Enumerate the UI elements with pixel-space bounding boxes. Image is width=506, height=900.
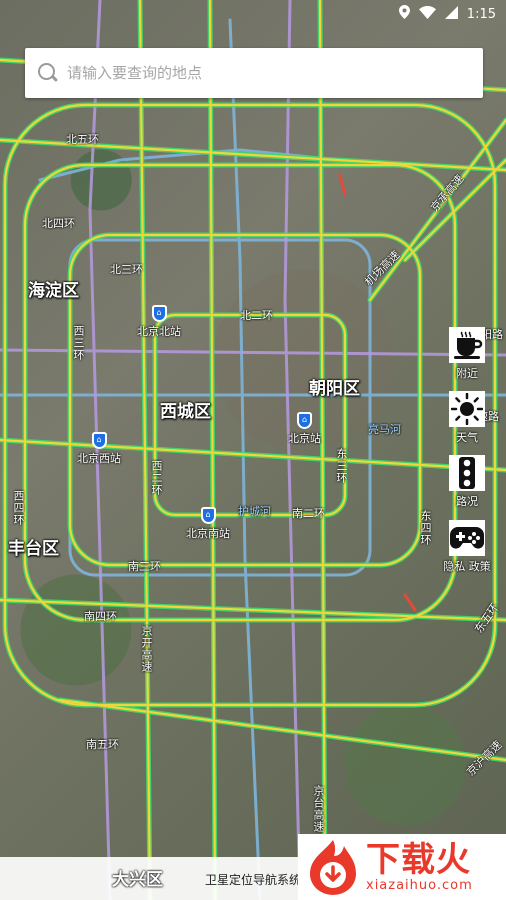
- train-station-icon: ⌂: [91, 432, 107, 449]
- road-label-moat: 护城河: [238, 505, 271, 518]
- station-label: 北京西站: [77, 452, 121, 465]
- weather-button[interactable]: 天气: [448, 391, 486, 445]
- road-label-west3: 西三环: [72, 325, 85, 361]
- gamepad-icon: [449, 520, 485, 556]
- road-label-south3: 南三环: [128, 560, 161, 573]
- district-fengtai: 丰台区: [8, 539, 59, 559]
- watermark-brand-en: xiazaihuo.com: [366, 877, 473, 893]
- train-station-icon: ⌂: [297, 412, 312, 429]
- district-xicheng: 西城区: [160, 402, 211, 422]
- flame-logo-icon: [304, 838, 362, 896]
- privacy-policy-button[interactable]: 隐私 政策: [443, 520, 491, 574]
- nearby-label: 附近: [456, 367, 478, 380]
- road-label-south2: 南二环: [292, 507, 325, 520]
- road-label-south5: 南五环: [86, 738, 119, 751]
- location-icon: [398, 5, 410, 23]
- signal-icon: [444, 5, 458, 23]
- road-label-south4: 南四环: [84, 610, 117, 623]
- watermark-brand-cn: 下载火: [366, 839, 471, 880]
- search-icon[interactable]: [37, 62, 59, 84]
- status-bar: 1:15: [0, 0, 506, 28]
- station-beijing-west[interactable]: ⌂ 北京西站: [77, 432, 121, 466]
- road-label-liangma: 亮马河: [368, 423, 401, 436]
- road-label-north5: 北五环: [66, 133, 99, 146]
- station-label: 北京南站: [186, 527, 230, 540]
- train-station-icon: ⌂: [200, 507, 216, 524]
- station-beijing[interactable]: ⌂ 北京站: [288, 412, 321, 446]
- weather-label: 天气: [456, 431, 478, 444]
- traffic-button[interactable]: 路况: [448, 455, 486, 509]
- satellite-map[interactable]: 海淀区 西城区 朝阳区 丰台区 北五环 北四环 北三环 北二环 西三环 西四环 …: [0, 0, 506, 900]
- traffic-light-icon: [449, 455, 485, 491]
- road-label-north2: 北二环: [240, 309, 273, 322]
- road-label-north3: 北三环: [110, 263, 143, 276]
- train-station-icon: ⌂: [151, 305, 167, 322]
- district-haidian: 海淀区: [28, 281, 79, 301]
- traffic-label: 路况: [456, 495, 478, 508]
- sun-icon: [449, 391, 485, 427]
- road-label-jingkai: 京开高速: [140, 625, 153, 673]
- status-time: 1:15: [466, 6, 496, 22]
- coffee-cup-icon: [449, 327, 485, 363]
- station-label: 北京北站: [137, 325, 181, 338]
- district-daxing: 大兴区: [112, 870, 163, 890]
- road-label-north4: 北四环: [42, 217, 75, 230]
- nearby-button[interactable]: 附近: [448, 327, 486, 381]
- district-chaoyang: 朝阳区: [309, 379, 360, 399]
- station-beijing-north[interactable]: ⌂ 北京北站: [137, 305, 181, 339]
- road-label-jingtai: 京台高速: [312, 785, 325, 833]
- wifi-icon: [418, 5, 436, 23]
- road-label-east3: 东三环: [335, 448, 348, 484]
- road-label-west2: 西二环: [150, 460, 163, 496]
- station-beijing-south[interactable]: ⌂ 北京南站: [186, 507, 230, 541]
- privacy-policy-label: 隐私 政策: [443, 560, 491, 573]
- search-bar[interactable]: [25, 48, 483, 98]
- road-label-east4: 东四环: [419, 510, 432, 546]
- road-label-west4: 西四环: [12, 490, 25, 526]
- search-input[interactable]: [67, 64, 447, 82]
- watermark: 下载火 xiazaihuo.com: [298, 834, 506, 900]
- station-label: 北京站: [288, 432, 321, 445]
- app-caption: 卫星定位导航系统: [205, 873, 302, 887]
